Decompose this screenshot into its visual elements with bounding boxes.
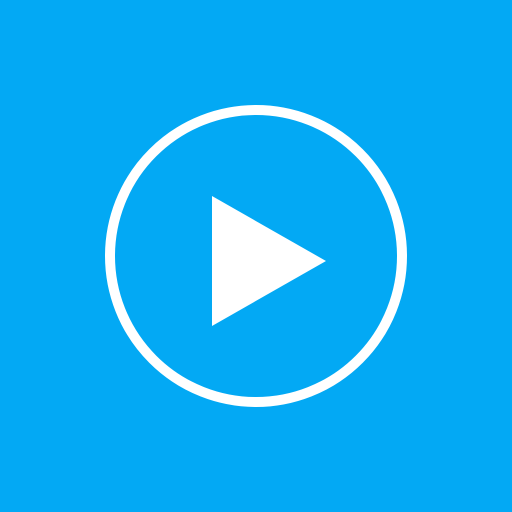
play-button-tile[interactable] (0, 0, 512, 512)
play-icon-triangle (212, 196, 326, 326)
play-icon[interactable] (0, 0, 512, 512)
